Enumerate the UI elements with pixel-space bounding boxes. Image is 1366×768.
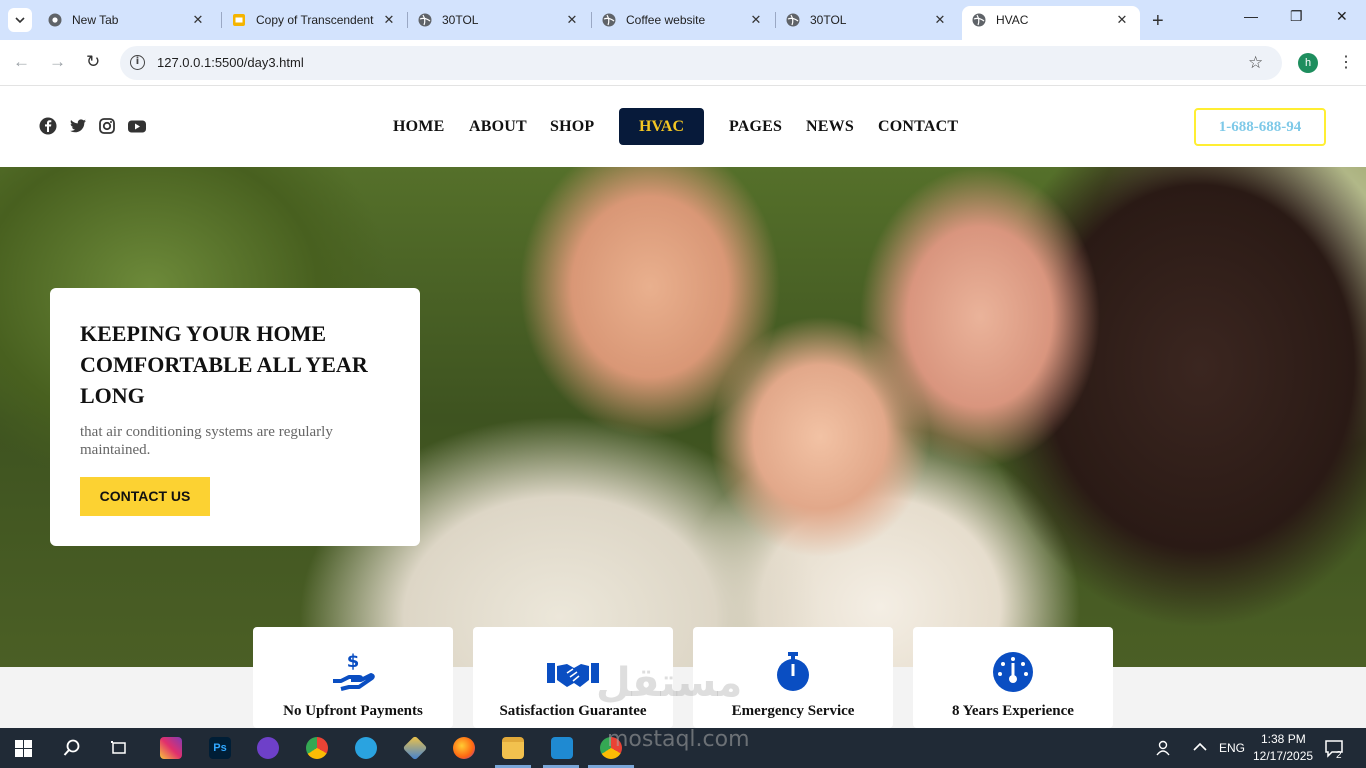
gauge-icon [993,652,1033,692]
tab-new-tab[interactable]: New Tab ✕ [38,6,216,34]
photoshop-app-icon[interactable]: Ps [209,737,231,759]
close-icon[interactable]: ✕ [932,12,948,28]
minimize-button[interactable]: — [1244,8,1258,24]
omnibox[interactable]: i 127.0.0.1:5500/day3.html [120,46,1282,80]
nav-shop[interactable]: SHOP [550,118,594,136]
url-text[interactable]: 127.0.0.1:5500/day3.html [157,55,304,70]
close-icon[interactable]: ✕ [564,12,580,28]
chrome-icon [48,13,62,27]
tab-title: 30TOL [442,13,479,27]
window-close-button[interactable]: ✕ [1336,8,1348,25]
clock-time[interactable]: 1:38 PM [1261,732,1306,746]
hero-title: KEEPING YOUR HOME COMFORTABLE ALL YEAR L… [80,321,368,408]
tab-hvac[interactable]: HVAC ✕ [962,6,1140,40]
virtualbox-app-icon[interactable] [402,735,428,761]
back-arrow-icon[interactable]: ← [13,52,30,72]
slides-icon [233,14,245,26]
chevron-down-icon [15,17,25,24]
hero-section: KEEPING YOUR HOME COMFORTABLE ALL YEAR L… [0,167,1366,667]
watermark-arabic: مستقل [596,660,743,706]
stopwatch-icon [777,652,809,691]
hero-card: KEEPING YOUR HOME COMFORTABLE ALL YEAR L… [50,288,420,546]
github-desktop-app-icon[interactable] [257,737,279,759]
bookmark-star-icon[interactable]: ☆ [1248,53,1263,73]
tab-copy-of-transcendent[interactable]: Copy of Transcendent ✕ [222,6,407,34]
tab-30tol[interactable]: 30TOL ✕ [408,6,590,34]
feature-card-no-upfront-payments: $ No Upfront Payments [253,627,453,728]
tab-title: 30TOL [810,13,847,27]
instagram-icon[interactable] [98,117,116,135]
close-icon[interactable]: ✕ [190,12,206,28]
handshake-icon [547,663,599,687]
tab-title: New Tab [72,13,119,27]
youtube-icon[interactable] [127,117,147,135]
svg-text:$: $ [347,651,360,672]
profile-avatar[interactable]: h [1298,53,1318,73]
twitter-icon[interactable] [69,117,87,135]
hero-subtitle: that air conditioning systems are regula… [80,424,333,458]
dollar-hand-icon: $ [333,651,375,691]
feature-card-8-years-experience: 8 Years Experience [913,627,1113,728]
site-info-icon[interactable]: i [130,55,145,70]
address-bar-row: ← → ↻ i 127.0.0.1:5500/day3.html ☆ h ⋮ [0,40,1366,86]
globe-icon [972,13,986,27]
windows-start-icon[interactable] [15,740,32,757]
close-icon[interactable]: ✕ [748,12,764,28]
instagram-app-icon[interactable] [160,737,182,759]
more-menu-icon[interactable]: ⋮ [1338,52,1354,72]
facebook-icon[interactable] [39,117,57,135]
notification-count: 2 [1336,750,1342,761]
nav-home[interactable]: HOME [393,118,444,136]
browser-tab-strip: New Tab ✕ Copy of Transcendent ✕ 30TOL ✕… [0,0,1366,40]
new-tab-button[interactable]: + [1152,10,1164,33]
firefox-app-icon[interactable] [453,737,475,759]
close-icon[interactable]: ✕ [1114,12,1130,28]
vscode-app-icon[interactable] [551,737,573,759]
globe-icon [786,13,800,27]
reload-icon[interactable]: ↻ [86,52,100,72]
site-header: HOME ABOUT SHOP HVAC PAGES NEWS CONTACT … [0,87,1366,167]
contact-us-button[interactable]: CONTACT US [80,477,210,516]
language-indicator[interactable]: ENG [1219,741,1245,755]
chrome-app-icon[interactable] [306,737,328,759]
nav-about[interactable]: ABOUT [469,118,527,136]
forward-arrow-icon[interactable]: → [49,52,66,72]
tab-title: HVAC [996,13,1029,27]
phone-button[interactable]: 1-688-688-94 [1194,108,1326,146]
task-view-icon[interactable] [110,739,128,757]
file-explorer-app-icon[interactable] [502,737,524,759]
globe-icon [602,13,616,27]
globe-icon [418,13,432,27]
tab-title: Coffee website [626,13,706,27]
chevron-up-icon[interactable] [1193,742,1207,752]
feature-title: 8 Years Experience [952,703,1074,719]
nav-pages[interactable]: PAGES [729,118,782,136]
people-icon[interactable] [1156,739,1174,757]
clock-date[interactable]: 12/17/2025 [1253,749,1313,763]
close-icon[interactable]: ✕ [381,12,397,28]
nav-contact[interactable]: CONTACT [878,118,958,136]
telegram-app-icon[interactable] [355,737,377,759]
tab-title: Copy of Transcendent [256,13,374,27]
tab-30tol-2[interactable]: 30TOL ✕ [776,6,958,34]
restore-button[interactable]: ❐ [1290,8,1303,25]
watermark-text: mostaql.com [607,727,750,752]
tab-search-button[interactable] [8,8,32,32]
nav-hvac[interactable]: HVAC [619,108,704,145]
search-icon[interactable] [63,739,81,757]
nav-news[interactable]: NEWS [806,118,854,136]
feature-title: No Upfront Payments [283,703,423,719]
tab-coffee-website[interactable]: Coffee website ✕ [592,6,774,34]
